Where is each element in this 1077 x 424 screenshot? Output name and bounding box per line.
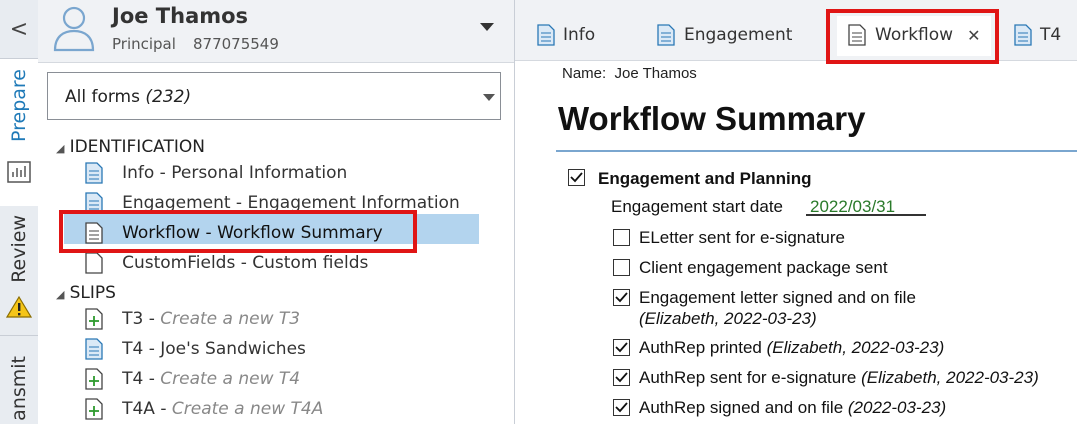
user-avatar-icon [53, 6, 95, 52]
checkmark-icon [615, 402, 628, 413]
client-header [38, 0, 514, 63]
tree-item-t4a-new[interactable]: T4A - Create a new T4A [85, 398, 323, 420]
tab-info[interactable]: Info [537, 24, 595, 46]
add-document-icon [85, 308, 103, 330]
checkmark-icon [615, 292, 628, 303]
tab-prepare[interactable]: Prepare [0, 59, 39, 206]
item-note-engagement-letter: (Elizabeth, 2022-03-23) [639, 309, 817, 328]
client-id: 877075549 [193, 35, 279, 53]
item-checkbox-authrep-signed[interactable] [613, 399, 630, 416]
document-name-line: Name: Joe Thamos [562, 65, 697, 82]
calculator-icon [7, 161, 31, 183]
item-label-eletter: ELetter sent for e-signature [639, 228, 846, 247]
blank-document-icon [85, 252, 103, 274]
tab-transmit[interactable]: ansmit [0, 336, 38, 424]
item-checkbox-authrep-printed[interactable] [613, 339, 630, 356]
form-icon [537, 24, 555, 46]
checkmark-icon [615, 342, 628, 353]
checkmark-icon [615, 372, 628, 383]
section-checkbox[interactable] [568, 169, 585, 186]
tree-item-t3-new[interactable]: T3 - Create a new T3 [85, 308, 300, 330]
section-title: Engagement and Planning [598, 169, 812, 188]
collapse-panel-button[interactable]: < [0, 0, 38, 59]
start-date-underline [806, 214, 926, 216]
add-document-icon [85, 398, 103, 420]
group-slips[interactable]: ◢ SLIPS [56, 283, 116, 303]
chevron-left-icon: < [9, 16, 29, 42]
start-date-label: Engagement start date [611, 197, 784, 216]
client-role: Principal [112, 35, 176, 53]
group-identification[interactable]: ◢ IDENTIFICATION [56, 137, 205, 157]
document-title: Workflow Summary [558, 100, 866, 137]
expand-triangle-icon: ◢ [56, 142, 65, 155]
item-label-client-package: Client engagement package sent [639, 258, 888, 277]
checkmark-icon [570, 172, 583, 183]
item-label-authrep-signed: AuthRep signed and on file (2022-03-23) [639, 398, 947, 417]
tab-transmit-label: ansmit [8, 356, 30, 421]
tree-item-t4-new[interactable]: T4 - Create a new T4 [85, 368, 300, 390]
client-name: Joe Thamos [112, 4, 249, 28]
item-label-engagement-letter: Engagement letter signed and on file [639, 288, 916, 307]
item-checkbox-engagement-letter[interactable] [613, 289, 630, 306]
item-checkbox-authrep-sent[interactable] [613, 369, 630, 386]
add-document-icon [85, 368, 103, 390]
tree-item-customfields[interactable]: CustomFields - Custom fields [85, 252, 368, 274]
forms-filter-value: All forms (232) [65, 87, 192, 107]
form-icon [657, 24, 675, 46]
tree-item-t4-joes-sandwiches[interactable]: T4 - Joe's Sandwiches [85, 338, 306, 360]
expand-triangle-icon: ◢ [56, 288, 65, 301]
form-icon [85, 338, 103, 360]
client-dropdown-icon[interactable] [479, 22, 495, 32]
item-label-authrep-sent: AuthRep sent for e-signature (Elizabeth,… [639, 368, 1039, 387]
tab-review-label: Review [8, 215, 30, 283]
document-gutter [515, 61, 556, 424]
form-icon [1014, 24, 1032, 46]
tree-item-info[interactable]: Info - Personal Information [85, 162, 347, 184]
item-label-authrep-printed: AuthRep printed (Elizabeth, 2022-03-23) [639, 338, 945, 357]
highlight-box-workflow-row [59, 210, 417, 253]
tab-review[interactable]: Review [0, 207, 38, 336]
chevron-down-icon [483, 94, 495, 101]
warning-icon [6, 295, 32, 318]
tab-prepare-label: Prepare [8, 69, 30, 142]
item-checkbox-client-package[interactable] [613, 259, 630, 276]
tab-t4[interactable]: T4 [1014, 24, 1061, 46]
form-icon [85, 162, 103, 184]
tab-engagement[interactable]: Engagement [657, 24, 792, 46]
title-divider [556, 150, 1077, 152]
highlight-box-workflow-tab [826, 9, 999, 64]
item-checkbox-eletter[interactable] [613, 229, 630, 246]
